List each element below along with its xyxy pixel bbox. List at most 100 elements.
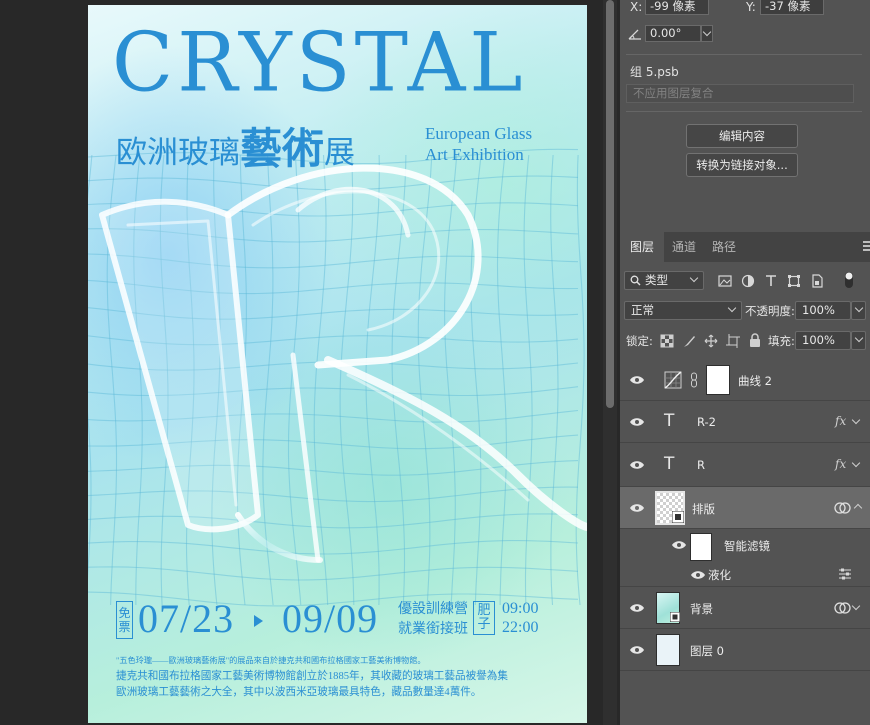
chevron-down-icon bbox=[702, 27, 712, 37]
opacity-field[interactable]: 100% bbox=[795, 301, 851, 320]
layer-effects-badge[interactable]: fx bbox=[835, 457, 846, 471]
time-close: 22:00 bbox=[502, 619, 539, 636]
poster-cn-part2: 藝術 bbox=[240, 124, 325, 173]
smart-filter-badge-icon[interactable] bbox=[833, 501, 855, 515]
poster-description: "五色玲瓏——歐洲玻璃藝術展"的展品來自於捷克共和國布拉格國家工藝美術博物館。 … bbox=[116, 653, 576, 701]
eye-icon[interactable] bbox=[629, 603, 645, 613]
layer-r-2[interactable]: T R-2 fx bbox=[620, 401, 870, 443]
layer-name: 曲线 2 bbox=[738, 374, 772, 388]
liquify-filter-row[interactable]: 液化 bbox=[620, 561, 870, 587]
eye-icon[interactable] bbox=[690, 570, 706, 580]
panel-menu-icon[interactable] bbox=[863, 241, 870, 253]
layer-name: 背景 bbox=[690, 602, 713, 616]
fill-field[interactable]: 100% bbox=[795, 331, 851, 350]
blend-mode-dropdown[interactable]: 正常 bbox=[624, 301, 742, 320]
smart-filter-mask-thumbnail bbox=[690, 533, 712, 561]
eye-icon[interactable] bbox=[629, 460, 645, 470]
filter-toggle-icon[interactable] bbox=[844, 271, 854, 289]
course-line1: 優設訓練營 bbox=[398, 601, 468, 617]
course-name: 優設訓練營 就業銜接班 bbox=[398, 599, 472, 639]
eye-icon[interactable] bbox=[629, 417, 645, 427]
poster-english-title: European Glass Art Exhibition bbox=[425, 123, 575, 165]
lock-artboard-icon[interactable] bbox=[726, 334, 740, 348]
layer-mask-thumbnail bbox=[706, 365, 730, 395]
filter-shape-icon[interactable] bbox=[787, 274, 801, 288]
angle-field[interactable]: 0.00° bbox=[645, 25, 701, 42]
document-canvas[interactable]: CRYSTAL 欧洲玻璃藝術展 European Glass Art Exhib… bbox=[0, 0, 603, 725]
filter-adjustment-icon[interactable] bbox=[741, 274, 755, 288]
filter-type-icon[interactable] bbox=[764, 274, 778, 288]
y-position-field[interactable]: -37 像素 bbox=[760, 0, 824, 15]
layer-name: 液化 bbox=[708, 568, 731, 582]
angle-dropdown[interactable] bbox=[701, 25, 713, 42]
fill-slider-toggle[interactable] bbox=[851, 331, 866, 350]
opacity-label: 不透明度: bbox=[745, 304, 795, 318]
fill-label: 填充: bbox=[768, 334, 795, 348]
layer-0[interactable]: 图层 0 bbox=[620, 629, 870, 671]
layer-typesetting[interactable]: 排版 bbox=[620, 487, 870, 529]
poster-en-line2: Art Exhibition bbox=[425, 145, 524, 164]
layer-name: R-2 bbox=[697, 415, 716, 429]
chevron-down-icon[interactable] bbox=[851, 458, 861, 468]
edit-contents-button[interactable]: 编辑内容 bbox=[686, 124, 798, 148]
tab-channels[interactable]: 通道 bbox=[664, 232, 704, 262]
layer-name: 图层 0 bbox=[690, 644, 724, 658]
smart-object-badge-icon bbox=[670, 612, 680, 622]
smart-filters-row[interactable]: 智能滤镜 bbox=[620, 529, 870, 561]
chevron-up-icon[interactable] bbox=[853, 503, 863, 513]
poster-cn-part3: 展 bbox=[324, 135, 356, 171]
eye-icon[interactable] bbox=[671, 540, 687, 550]
opening-times: 09:00 22:00 bbox=[502, 599, 538, 637]
seal-free-char2: 票 bbox=[118, 620, 131, 634]
poster-artwork[interactable]: CRYSTAL 欧洲玻璃藝術展 European Glass Art Exhib… bbox=[88, 5, 587, 723]
properties-divider bbox=[626, 54, 862, 55]
layer-effects-badge[interactable]: fx bbox=[835, 414, 846, 428]
x-label: X: bbox=[630, 0, 643, 14]
layer-comp-select[interactable]: 不应用图层复合 bbox=[626, 84, 854, 103]
time-open: 09:00 bbox=[502, 600, 539, 617]
chevron-down-icon bbox=[727, 303, 737, 313]
smart-filter-badge-icon[interactable] bbox=[833, 601, 855, 615]
glass-letter-r bbox=[99, 164, 587, 563]
convert-to-linked-button[interactable]: 转换为链接对象... bbox=[686, 153, 798, 177]
text-layer-icon: T bbox=[664, 454, 675, 474]
layer-name: R bbox=[697, 458, 705, 472]
filter-smart-object-icon[interactable] bbox=[810, 274, 824, 288]
tab-layers[interactable]: 图层 bbox=[620, 232, 664, 262]
chevron-down-icon bbox=[689, 273, 699, 283]
x-position-field[interactable]: -99 像素 bbox=[645, 0, 709, 15]
eye-icon[interactable] bbox=[629, 503, 645, 513]
seal-fei-char2: 子 bbox=[477, 617, 491, 632]
lock-transparent-pixels-icon[interactable] bbox=[660, 334, 674, 348]
free-ticket-seal: 免 票 bbox=[116, 601, 133, 639]
filter-kind-dropdown[interactable]: 类型 bbox=[624, 271, 704, 290]
layer-curves-2[interactable]: 曲线 2 bbox=[620, 359, 870, 401]
lock-all-icon[interactable] bbox=[748, 333, 762, 347]
layer-background[interactable]: 背景 bbox=[620, 587, 870, 629]
layer-name: 智能滤镜 bbox=[724, 539, 770, 553]
layers-panel: 图层 通道 路径 类型 正常 不透明度: 100% 锁定: 填充: 100% 曲… bbox=[620, 232, 870, 725]
layer-name: 排版 bbox=[692, 502, 715, 516]
link-chain-icon[interactable] bbox=[690, 372, 698, 388]
opacity-slider-toggle[interactable] bbox=[851, 301, 866, 320]
scrollbar-thumb[interactable] bbox=[606, 0, 614, 408]
eye-icon[interactable] bbox=[629, 375, 645, 385]
fill-value: 100% bbox=[802, 333, 835, 347]
date-end: 09/09 bbox=[282, 596, 379, 641]
canvas-vertical-scrollbar[interactable] bbox=[603, 0, 617, 725]
layer-r[interactable]: T R fx bbox=[620, 443, 870, 487]
tab-paths[interactable]: 路径 bbox=[704, 232, 744, 262]
filter-pixel-icon[interactable] bbox=[718, 274, 732, 288]
chevron-down-icon bbox=[854, 303, 864, 313]
chevron-down-icon[interactable] bbox=[851, 415, 861, 425]
seal-free-char1: 免 bbox=[118, 606, 131, 620]
seal-fei-char1: 肥 bbox=[477, 603, 491, 618]
filter-options-icon[interactable] bbox=[838, 568, 852, 580]
blend-mode-label: 正常 bbox=[631, 303, 654, 317]
eye-icon[interactable] bbox=[629, 645, 645, 655]
desc-line3: 歐洲玻璃工藝藝術之大全，其中以波西米亞玻璃最具特色，藏品數量達4萬件。 bbox=[116, 687, 482, 698]
lock-image-pixels-icon[interactable] bbox=[682, 334, 696, 348]
poster-en-line1: European Glass bbox=[425, 124, 533, 143]
lock-position-icon[interactable] bbox=[704, 334, 718, 348]
poster-chinese-title: 欧洲玻璃藝術展 bbox=[116, 115, 355, 176]
